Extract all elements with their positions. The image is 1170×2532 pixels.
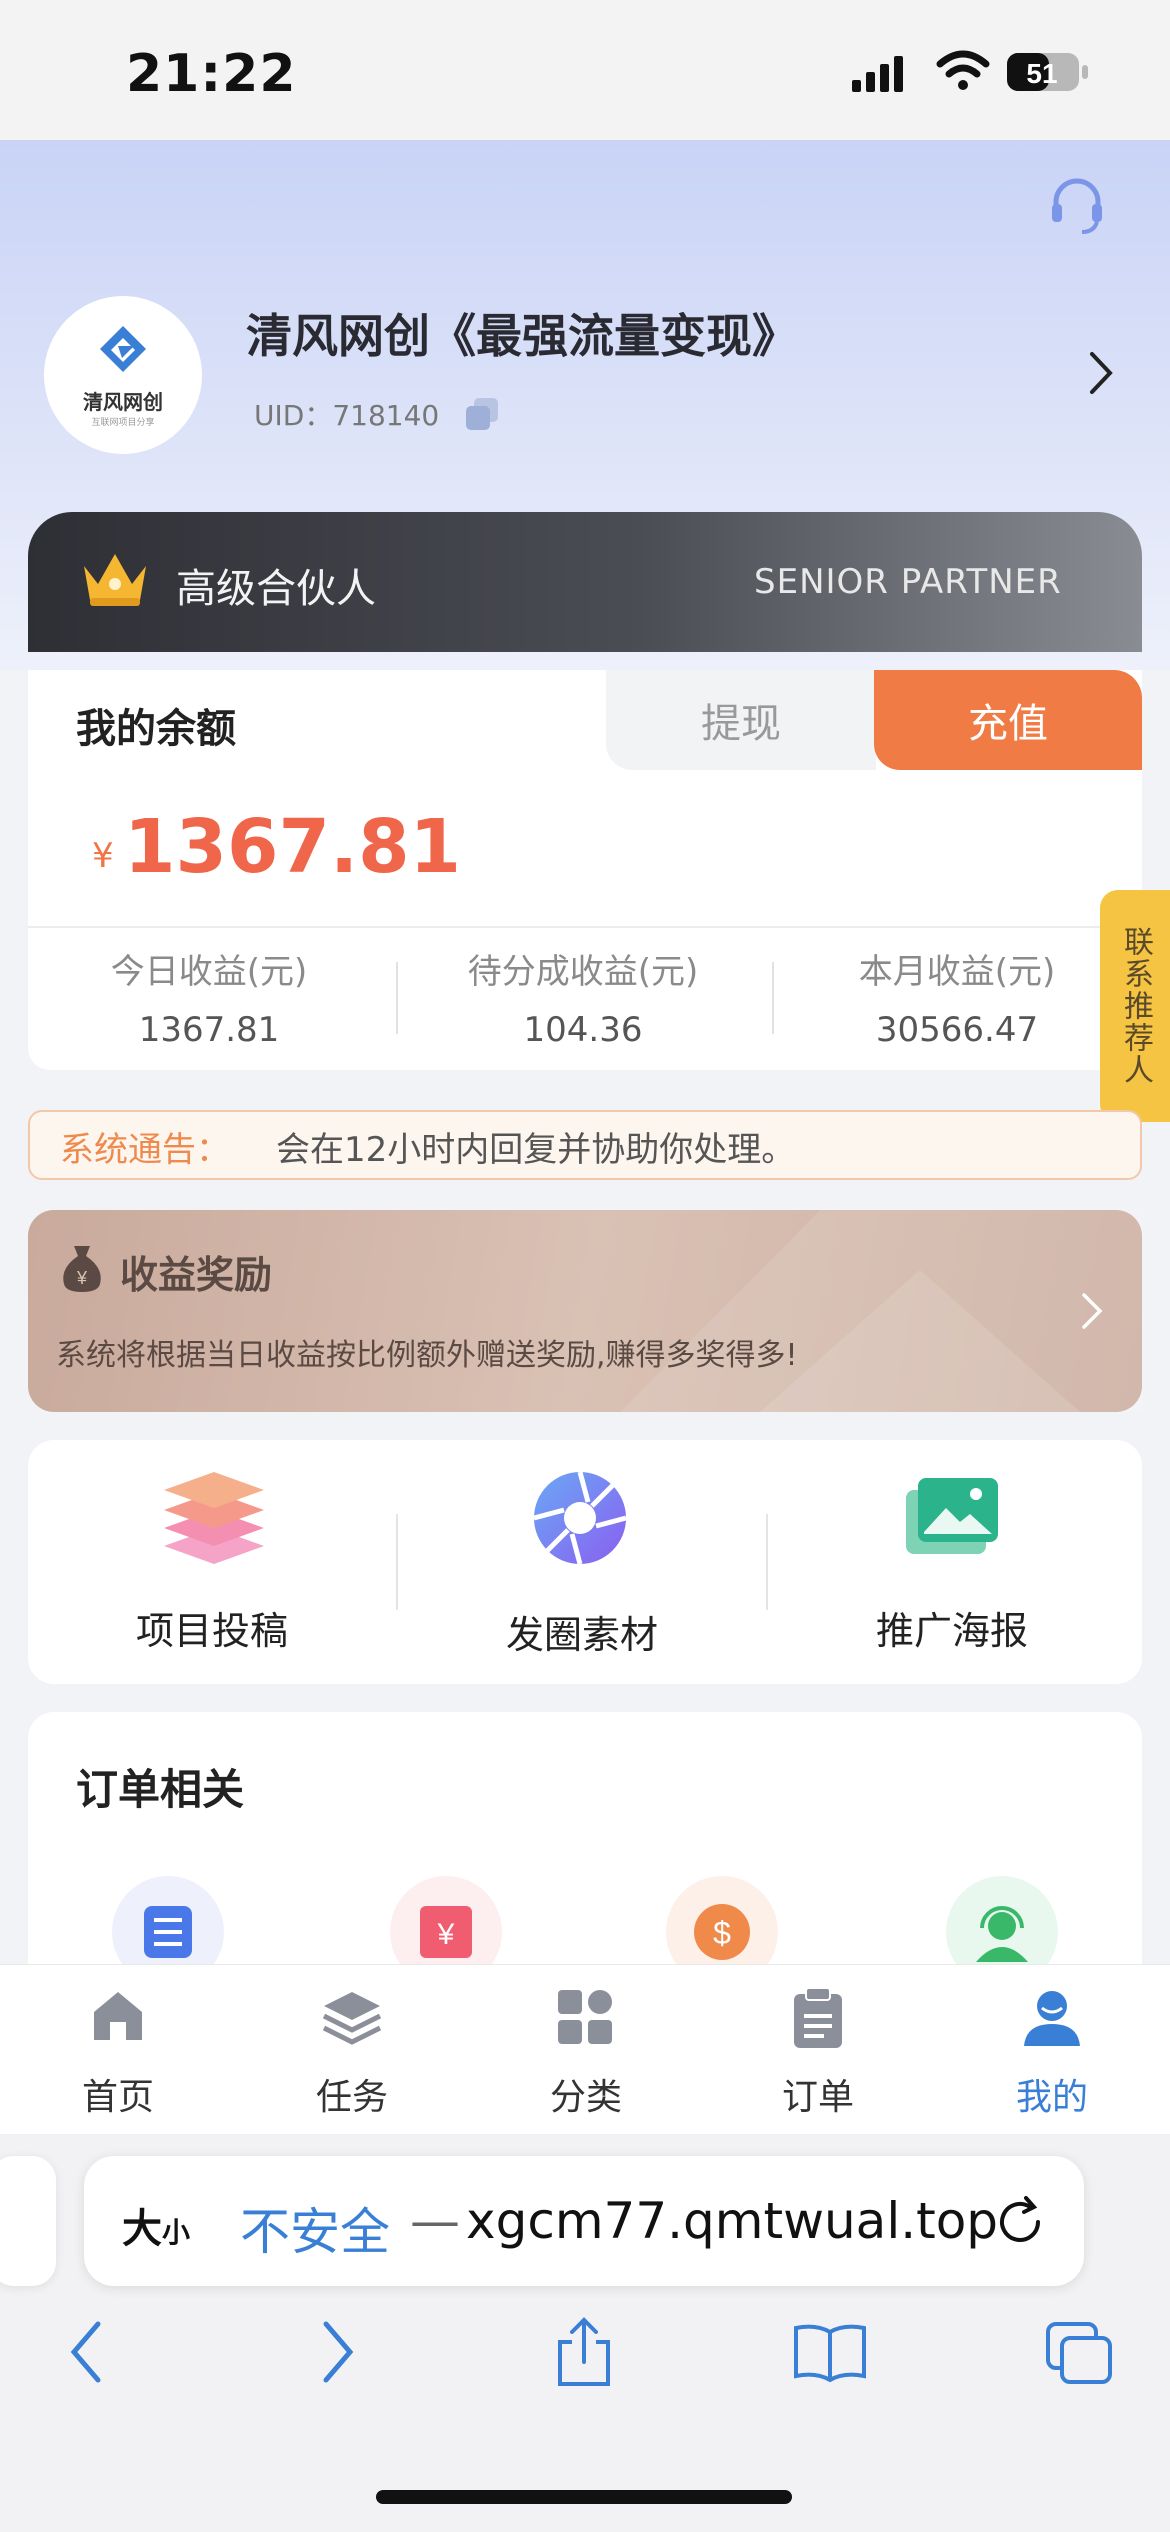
- user-icon[interactable]: [1020, 1986, 1084, 2054]
- category-grid-icon[interactable]: [554, 1986, 616, 2052]
- stat-pending-label: 待分成收益(元): [467, 952, 699, 992]
- signal-icon: [852, 54, 912, 98]
- quick-action-promo-poster[interactable]: 推广海报: [802, 1600, 1102, 1655]
- poster-images-icon[interactable]: [904, 1476, 1000, 1562]
- text-size-small: 小: [162, 2216, 191, 2249]
- profile-name: 清风网创《最强流量变现》: [246, 309, 798, 363]
- banner-decoration: [560, 1210, 1142, 1416]
- money-bag-icon: ¥: [58, 1242, 106, 1298]
- divider: [766, 1514, 768, 1610]
- tab-home[interactable]: 首页: [38, 2068, 198, 2120]
- tab-mine[interactable]: 我的: [972, 2068, 1132, 2120]
- insecure-label: 不安全: [240, 2203, 390, 2261]
- reload-icon[interactable]: [990, 2192, 1050, 2256]
- home-indicator: [376, 2490, 792, 2504]
- copy-icon[interactable]: [462, 394, 502, 438]
- aperture-icon[interactable]: [532, 1470, 628, 1570]
- crown-icon: [78, 548, 152, 614]
- svg-text:¥: ¥: [76, 1268, 88, 1288]
- logo-diamond-icon: [100, 326, 146, 372]
- headset-support-icon[interactable]: [1044, 172, 1110, 242]
- balance-amount: 1367.81: [124, 804, 462, 890]
- tab-tasks[interactable]: 任务: [272, 2068, 432, 2120]
- svg-text:$: $: [713, 1915, 731, 1951]
- divider: [28, 926, 1142, 928]
- partner-level-en: SENIOR PARTNER: [754, 562, 1062, 602]
- contact-referrer-button[interactable]: 联系推荐人: [1100, 890, 1170, 1122]
- currency-symbol: ¥: [92, 836, 114, 876]
- stat-month-label: 本月收益(元): [858, 952, 1056, 992]
- tabs-icon[interactable]: [1044, 2320, 1114, 2390]
- balance-title: 我的余额: [76, 706, 236, 752]
- avatar-logo-subtext: 互联网项目分享: [91, 418, 155, 428]
- forward-icon[interactable]: [318, 2320, 358, 2388]
- url-separator: —: [410, 2192, 460, 2250]
- text-size-big: 大: [122, 2206, 162, 2252]
- profile-uid: UID：718140: [254, 399, 440, 432]
- notice-label: 系统通告：: [60, 1130, 230, 1170]
- text-size-button[interactable]: 大小: [122, 2196, 190, 2254]
- reward-description: 系统将根据当日收益按比例额外赠送奖励,赚得多奖得多!: [56, 1338, 798, 1373]
- divider: [396, 962, 398, 1034]
- svg-text:51: 51: [1026, 58, 1057, 89]
- chevron-right-icon[interactable]: [1080, 1292, 1104, 1334]
- previous-tab-preview[interactable]: [0, 2156, 56, 2286]
- stat-today-label: 今日收益(元): [110, 952, 308, 992]
- svg-text:¥: ¥: [437, 1918, 455, 1951]
- share-icon[interactable]: [552, 2316, 616, 2392]
- quick-action-project-submit[interactable]: 项目投稿: [62, 1600, 362, 1655]
- tab-orders[interactable]: 订单: [738, 2068, 898, 2120]
- avatar-logo-text: 清风网创: [83, 390, 163, 414]
- stat-month-value: 30566.47: [875, 1010, 1039, 1050]
- divider: [772, 962, 774, 1034]
- home-icon[interactable]: [88, 1986, 148, 2050]
- avatar[interactable]: 清风网创 互联网项目分享: [44, 296, 202, 454]
- status-time: 21:22: [126, 44, 297, 104]
- tab-category[interactable]: 分类: [506, 2068, 666, 2120]
- task-layers-icon[interactable]: [320, 1986, 384, 2054]
- wifi-icon: [936, 50, 990, 96]
- notice-text: 会在12小时内回复并协助你处理。: [276, 1130, 796, 1170]
- partner-level-label: 高级合伙人: [176, 566, 376, 612]
- orders-title: 订单相关: [76, 1765, 245, 1814]
- quick-action-share-material[interactable]: 发圈素材: [432, 1604, 732, 1659]
- clipboard-icon[interactable]: [790, 1986, 846, 2054]
- stat-pending-value: 104.36: [523, 1010, 643, 1050]
- reward-title: 收益奖励: [120, 1253, 273, 1297]
- stat-today-value: 1367.81: [138, 1010, 280, 1050]
- back-icon[interactable]: [66, 2320, 106, 2388]
- url-text[interactable]: xgcm77.qmtwual.top: [466, 2192, 998, 2250]
- recharge-button[interactable]: 充值: [874, 670, 1142, 770]
- battery-icon: 51: [1006, 52, 1090, 98]
- bookmarks-icon[interactable]: [792, 2320, 868, 2388]
- divider: [396, 1514, 398, 1610]
- chevron-right-icon[interactable]: [1086, 350, 1116, 400]
- withdraw-button[interactable]: 提现: [606, 670, 876, 770]
- layers-stack-icon[interactable]: [160, 1466, 268, 1574]
